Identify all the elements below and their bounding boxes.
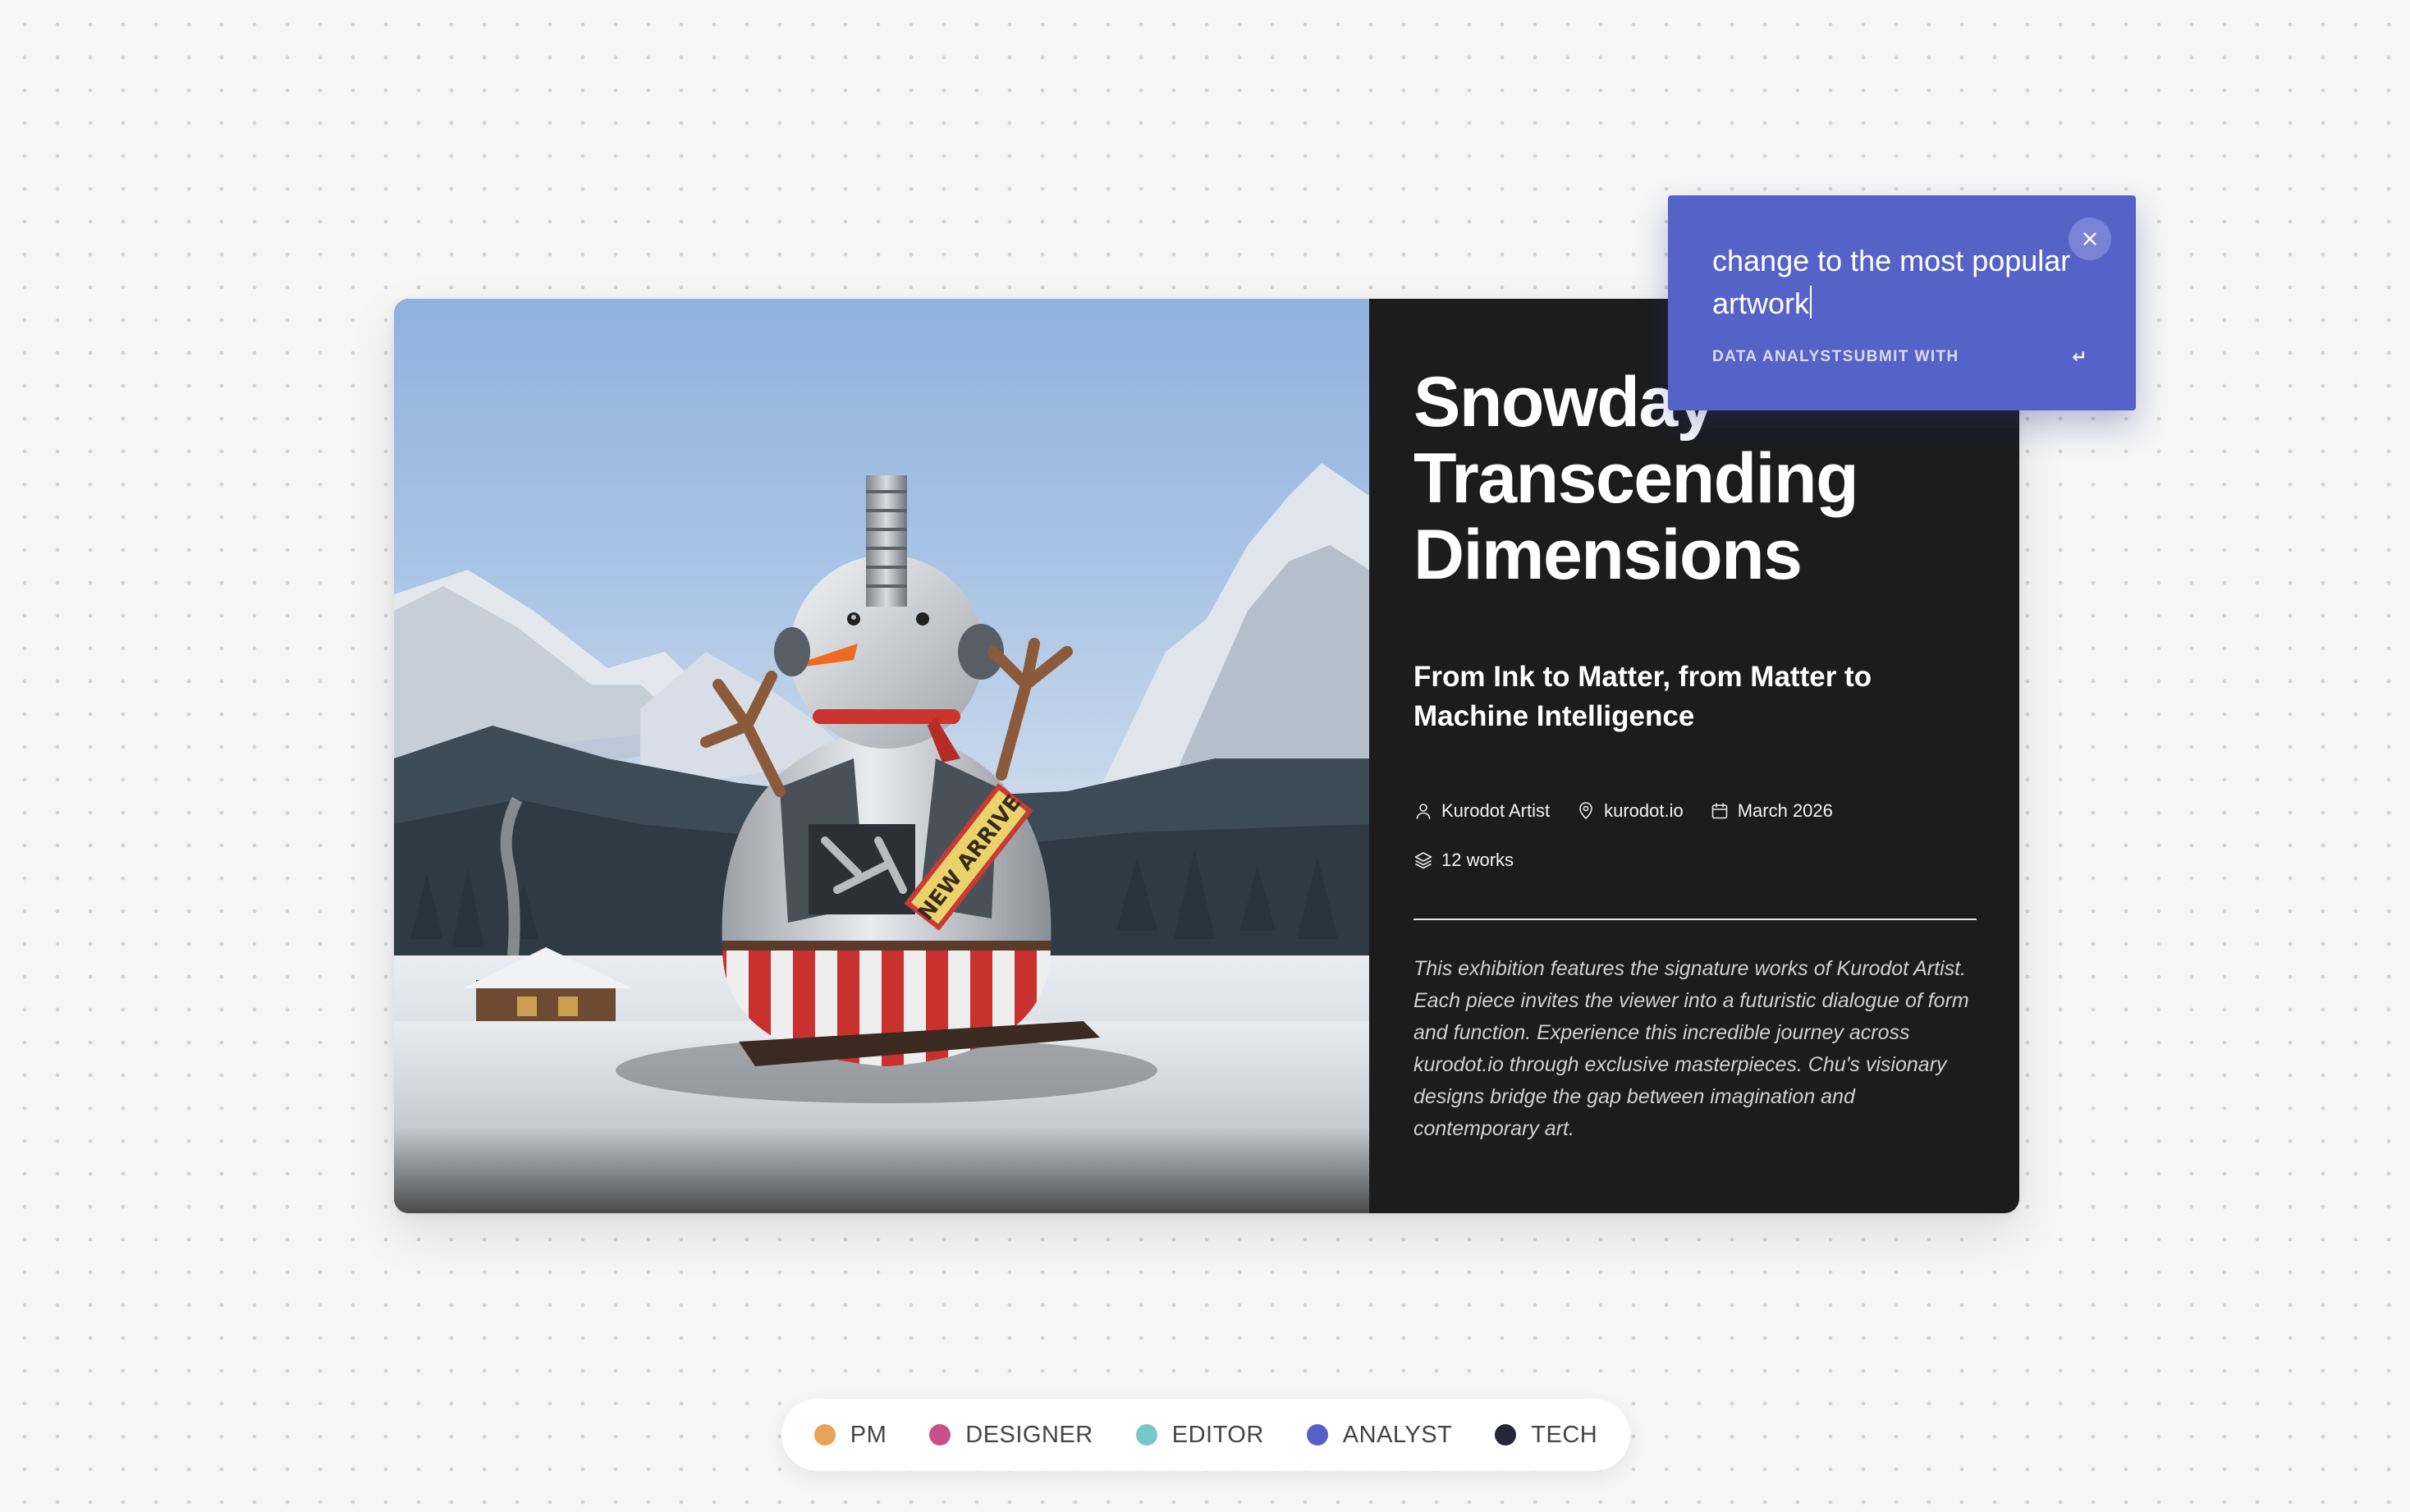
text-caret [1810,286,1812,318]
enter-key-icon[interactable]: ↵ [2072,346,2088,368]
meta-artist-label: Kurodot Artist [1441,800,1551,821]
meta-artist: Kurodot Artist [1413,799,1550,823]
legend-label-tech: TECH [1531,1421,1598,1448]
popover-footer: DATA ANALYSTSUBMIT WITH ↵ [1712,346,2092,368]
legend-label-analyst: ANALYST [1342,1421,1453,1448]
comment-input[interactable]: change to the most popular artwork [1712,240,2098,325]
legend-item-designer[interactable]: DESIGNER [929,1422,1093,1449]
legend-item-analyst[interactable]: ANALYST [1306,1421,1453,1449]
exhibition-subtitle: From Ink to Matter, from Matter to Machi… [1413,661,1872,732]
comment-popover: change to the most popular artwork DATA … [1668,195,2136,410]
close-icon [2083,232,2096,245]
user-icon [1416,804,1431,819]
meta-location-label: kurodot.io [1604,800,1684,821]
legend-dot-editor [1135,1424,1157,1446]
exhibition-meta: Kurodot Artist kurodot.io March 2026 12 … [1413,799,1955,873]
legend-dot-tech [1495,1424,1517,1446]
legend-dot-pm [813,1424,836,1446]
meta-works: 12 works [1413,848,1514,873]
submit-hint: DATA ANALYSTSUBMIT WITH [1712,348,1959,365]
layers-icon [1414,852,1432,869]
exhibition-description: This exhibition features the signature w… [1413,957,1969,1140]
legend-item-tech[interactable]: TECH [1495,1422,1597,1449]
meta-date: March 2026 [1710,799,1833,823]
content-divider [1413,919,1977,920]
legend-item-pm[interactable]: PM [813,1421,887,1449]
artwork-image[interactable]: NEW ARRIVE [394,299,1369,1213]
meta-works-label: 12 works [1441,850,1514,870]
card-content: Snowday Transcending Dimensions From Ink… [1369,299,2019,1213]
close-popover-button[interactable] [2069,218,2111,260]
calendar-icon [1711,803,1728,819]
meta-date-label: March 2026 [1737,800,1833,821]
artwork-illustration: NEW ARRIVE [394,463,1369,1213]
exhibition-card: NEW ARRIVE Snowday Transcending Dimensio… [394,299,2019,1213]
legend-dot-designer [929,1424,951,1446]
legend-dot-analyst [1306,1424,1328,1446]
legend-item-editor[interactable]: EDITOR [1135,1421,1264,1449]
map-pin-icon [1579,802,1592,820]
meta-location: kurodot.io [1576,799,1684,823]
legend-label-editor: EDITOR [1171,1421,1264,1448]
comment-input-text: change to the most popular artwork [1712,244,2071,320]
legend-label-pm: PM [850,1421,887,1448]
legend-label-designer: DESIGNER [965,1421,1093,1448]
role-legend: PM DESIGNER EDITOR ANALYST TECH [781,1399,1630,1471]
